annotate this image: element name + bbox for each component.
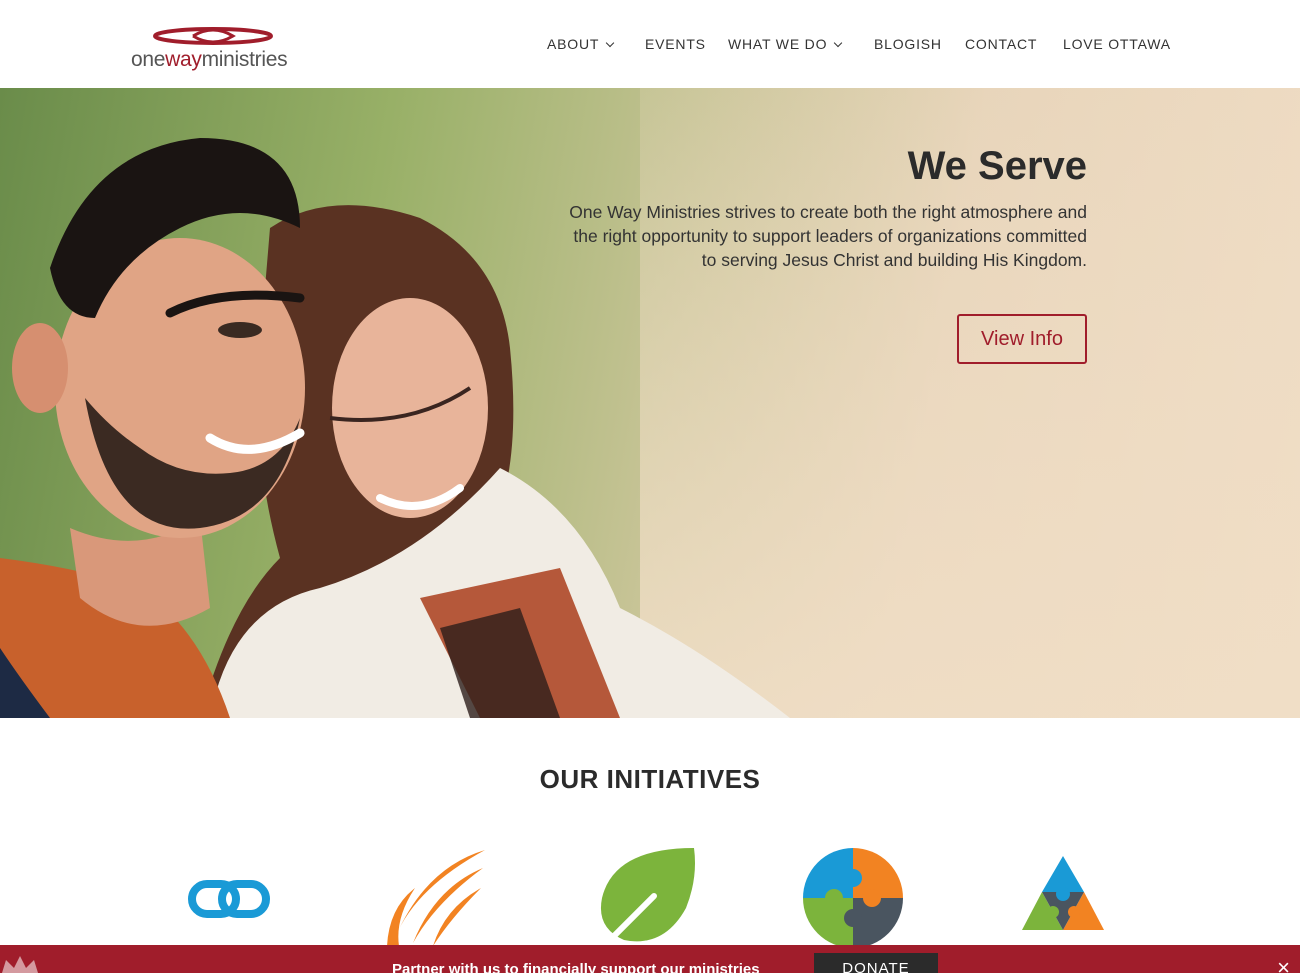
- nav-item-label: ABOUT: [547, 36, 600, 52]
- hero-photo-couple: [0, 138, 790, 718]
- donate-message: Partner with us to financially support o…: [392, 961, 760, 973]
- hero-section: We Serve One Way Ministries strives to c…: [0, 88, 1300, 718]
- close-icon[interactable]: ×: [1277, 957, 1290, 973]
- nav-item-label: LOVE OTTAWA: [1063, 36, 1171, 52]
- main-nav: ABOUT EVENTS WHAT WE DO BLOGISH CONTACT …: [0, 36, 1300, 56]
- nav-item-label: CONTACT: [965, 36, 1038, 52]
- puzzle-circle-icon[interactable]: [802, 848, 904, 948]
- nav-item-label: WHAT WE DO: [728, 36, 828, 52]
- nav-item-love-ottawa[interactable]: LOVE OTTAWA: [1063, 36, 1171, 52]
- chain-link-icon[interactable]: [188, 878, 270, 920]
- chevron-down-icon: [834, 38, 843, 48]
- nav-item-what-we-do[interactable]: WHAT WE DO: [728, 36, 843, 52]
- donate-button[interactable]: DONATE: [814, 953, 938, 973]
- nav-item-events[interactable]: EVENTS: [645, 36, 706, 52]
- site-header: onewayministries ABOUT EVENTS WHAT WE DO…: [0, 0, 1300, 88]
- hero-description: One Way Ministries strives to create bot…: [569, 202, 1087, 270]
- hero-title: We Serve: [907, 144, 1087, 188]
- chevron-down-icon: [605, 38, 615, 48]
- nav-item-label: EVENTS: [645, 36, 706, 52]
- nav-item-blogish[interactable]: BLOGISH: [874, 36, 942, 52]
- view-info-button[interactable]: View Info: [957, 314, 1087, 364]
- nav-item-contact[interactable]: CONTACT: [965, 36, 1037, 52]
- initiatives-title: OUR INITIATIVES: [539, 764, 761, 794]
- nav-item-about[interactable]: ABOUT: [547, 36, 615, 52]
- puzzle-triangle-icon[interactable]: [1020, 854, 1106, 932]
- crown-icon: [2, 956, 38, 973]
- donate-bar: Partner with us to financially support o…: [0, 945, 1300, 973]
- wing-icon[interactable]: [385, 848, 489, 948]
- leaf-icon[interactable]: [594, 848, 696, 948]
- nav-item-label: BLOGISH: [874, 36, 942, 52]
